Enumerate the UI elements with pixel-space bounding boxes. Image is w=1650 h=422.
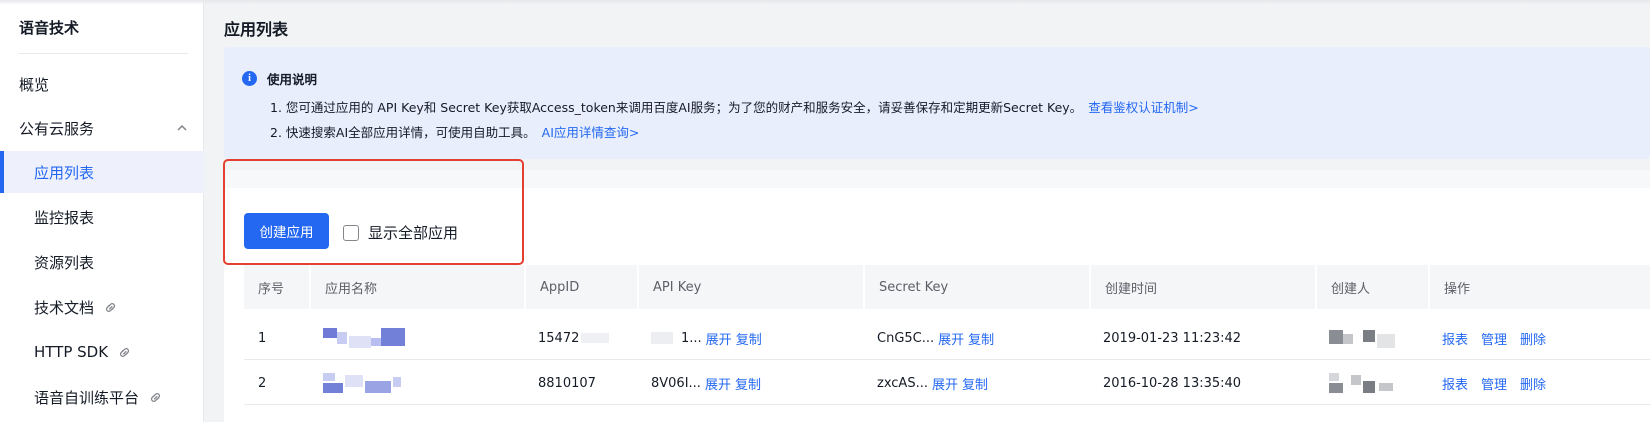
cell-creator-redacted: [1315, 316, 1399, 360]
copy-secret-key-link[interactable]: 复制: [968, 329, 994, 348]
th-secret-key: Secret Key: [863, 265, 1089, 309]
sidebar-divider: [19, 53, 188, 54]
table-row: 2 8810107 8V06I... 展开 复制 zxcAS... 展开 复制 …: [244, 361, 1650, 405]
info-icon: i: [242, 71, 257, 86]
th-actions: 操作: [1428, 265, 1650, 309]
cell-api-key: 8V06I... 展开 复制: [637, 361, 761, 405]
copy-api-key-link[interactable]: 复制: [736, 329, 762, 348]
sidebar-item-app-list[interactable]: 应用列表: [0, 151, 204, 193]
expand-secret-key-link[interactable]: 展开: [932, 374, 958, 393]
redacted-block: [323, 371, 413, 395]
cell-created-time: 2019-01-23 11:23:42: [1103, 330, 1242, 346]
sidebar-item-public-cloud[interactable]: 公有云服务: [0, 107, 204, 149]
notice-line-2-text: 2. 快速搜索AI全部应用详情，可使用自助工具。: [270, 125, 536, 140]
notice-title: 使用说明: [267, 72, 318, 87]
sidebar: 语音技术 概览 公有云服务 应用列表 监控报表 资源列表 技术文档 HTTP S…: [0, 0, 204, 422]
th-creator: 创建人: [1315, 265, 1428, 309]
th-created-time: 创建时间: [1089, 265, 1315, 309]
auth-mechanism-link[interactable]: 查看鉴权认证机制>: [1088, 100, 1198, 115]
secret-key-value: zxcAS...: [877, 375, 928, 391]
link-icon: [150, 392, 161, 402]
cell-secret-key: zxcAS... 展开 复制: [863, 361, 988, 405]
link-icon: [120, 347, 130, 357]
redacted-block: [1329, 371, 1399, 395]
sidebar-item-label: 公有云服务: [19, 119, 95, 138]
appid-value: 15472: [538, 330, 580, 346]
th-appid: AppID: [524, 265, 637, 309]
delete-link[interactable]: 删除: [1520, 374, 1546, 393]
cell-created-time: 2016-10-28 13:35:40: [1103, 375, 1242, 391]
expand-secret-key-link[interactable]: 展开: [938, 329, 964, 348]
cell-app-name-redacted: [309, 316, 413, 360]
redacted-block: [581, 333, 610, 343]
sidebar-item-label: 监控报表: [34, 208, 95, 227]
report-link[interactable]: 报表: [1442, 329, 1468, 348]
cell-actions: 报表 管理 删除: [1428, 361, 1559, 405]
th-api-key: API Key: [637, 265, 863, 309]
cell-index: 2: [258, 375, 267, 391]
usage-notice: i 使用说明 1. 您可通过应用的 API Key和 Secret Key获取A…: [224, 47, 1650, 159]
sidebar-item-label: 资源列表: [34, 253, 95, 272]
sidebar-item-label: HTTP SDK: [34, 343, 109, 361]
redacted-block: [651, 332, 673, 344]
report-link[interactable]: 报表: [1442, 374, 1468, 393]
sidebar-item-overview[interactable]: 概览: [0, 63, 204, 105]
sidebar-item-resource-list[interactable]: 资源列表: [0, 241, 204, 283]
sidebar-item-tech-docs[interactable]: 技术文档: [0, 286, 204, 328]
cell-index: 1: [258, 330, 267, 346]
sidebar-item-label: 应用列表: [34, 163, 95, 182]
sidebar-item-http-sdk[interactable]: HTTP SDK: [0, 331, 204, 373]
sidebar-item-label: 语音自训练平台: [34, 388, 140, 407]
top-shadow: [0, 0, 1650, 5]
delete-link[interactable]: 删除: [1520, 329, 1546, 348]
sidebar-title: 语音技术: [19, 19, 80, 37]
page-title: 应用列表: [224, 20, 289, 39]
th-app-name: 应用名称: [309, 265, 524, 309]
notice-line-2: 2. 快速搜索AI全部应用详情，可使用自助工具。 AI应用详情查询>: [270, 122, 639, 141]
cell-appid: 8810107: [538, 375, 596, 391]
cell-appid: 15472: [524, 316, 610, 360]
table-row: 1 15472 1... 展开 复制 CnG5C... 展开 复制 2019-0…: [244, 316, 1650, 360]
cell-secret-key: CnG5C... 展开 复制: [863, 316, 994, 360]
copy-api-key-link[interactable]: 复制: [735, 374, 761, 393]
link-icon: [105, 302, 116, 312]
redacted-block: [323, 326, 413, 350]
manage-link[interactable]: 管理: [1481, 329, 1507, 348]
api-key-value: 8V06I...: [651, 375, 701, 391]
redacted-block: [1329, 326, 1399, 350]
th-index: 序号: [244, 265, 309, 309]
sidebar-item-self-training[interactable]: 语音自训练平台: [0, 376, 204, 418]
table-header: 序号 应用名称 AppID API Key Secret Key 创建时间 创建…: [244, 265, 1650, 309]
api-key-value: 1...: [681, 330, 702, 346]
sidebar-item-monitor-report[interactable]: 监控报表: [0, 196, 204, 238]
copy-secret-key-link[interactable]: 复制: [962, 374, 988, 393]
expand-api-key-link[interactable]: 展开: [705, 374, 731, 393]
cell-app-name-redacted: [309, 361, 413, 405]
notice-line-1: 1. 您可通过应用的 API Key和 Secret Key获取Access_t…: [270, 97, 1199, 116]
manage-link[interactable]: 管理: [1481, 374, 1507, 393]
red-highlight-box: [223, 159, 524, 265]
cell-actions: 报表 管理 删除: [1428, 316, 1559, 360]
cell-creator-redacted: [1315, 361, 1399, 405]
app-detail-query-link[interactable]: AI应用详情查询>: [542, 125, 640, 140]
sidebar-item-label: 概览: [19, 75, 50, 94]
chevron-up-icon: [177, 124, 187, 131]
expand-api-key-link[interactable]: 展开: [706, 329, 732, 348]
notice-line-1-text: 1. 您可通过应用的 API Key和 Secret Key获取Access_t…: [270, 100, 1083, 115]
cell-api-key: 1... 展开 复制: [637, 316, 762, 360]
sidebar-item-label: 技术文档: [34, 298, 95, 317]
secret-key-value: CnG5C...: [877, 330, 935, 346]
